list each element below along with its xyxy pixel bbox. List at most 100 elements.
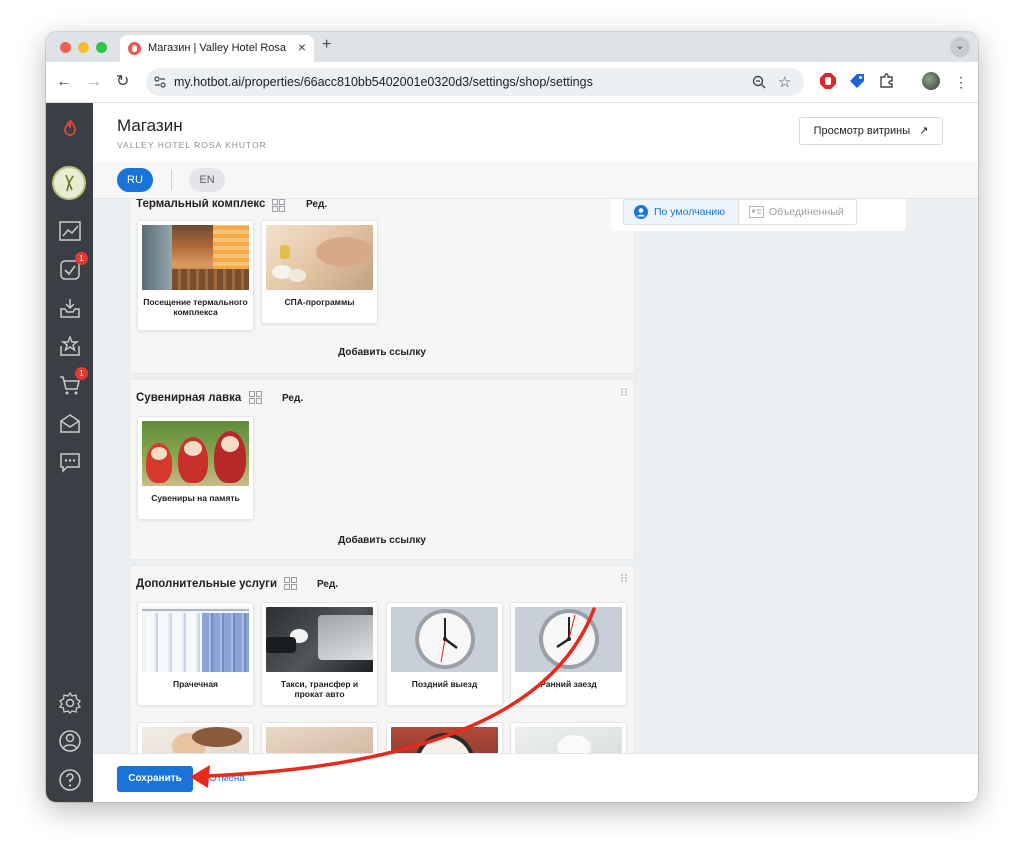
- product-card[interactable]: Поздний выезд: [386, 602, 503, 706]
- preview-panel: По умолчанию Объединенный: [611, 199, 906, 231]
- drag-handle-icon[interactable]: [620, 573, 628, 583]
- card-label: Посещение термального комплекса: [143, 297, 248, 317]
- matryoshka-image: [142, 421, 249, 486]
- help-question-icon[interactable]: [58, 768, 82, 792]
- car-image: [266, 607, 373, 672]
- product-card[interactable]: Прачечная: [137, 602, 254, 706]
- close-window-button[interactable]: [60, 42, 71, 53]
- inbox-download-icon[interactable]: [58, 296, 82, 320]
- minimize-window-button[interactable]: [78, 42, 89, 53]
- app-area: 1 1 Магазин VALLEY HOTEL ROSA KHUTOR Про…: [46, 103, 978, 802]
- view-mode-switch: По умолчанию Объединенный: [623, 199, 857, 225]
- tag-extension-icon[interactable]: [848, 72, 866, 90]
- laundry-image: [142, 607, 249, 672]
- card-label: Сувениры на память: [151, 493, 240, 503]
- address-bar[interactable]: my.hotbot.ai/properties/66acc810bb540200…: [146, 68, 804, 96]
- tab-strip: Магазин | Valley Hotel Rosa Khutor × + ⌄: [46, 32, 978, 62]
- page-header: Магазин VALLEY HOTEL ROSA KHUTOR Просмот…: [93, 103, 978, 163]
- save-button[interactable]: Сохранить: [117, 766, 193, 792]
- close-tab-icon[interactable]: ×: [298, 40, 306, 54]
- analytics-chart-icon[interactable]: [58, 219, 82, 243]
- tab-search-chevron-icon[interactable]: ⌄: [950, 37, 970, 57]
- reload-icon[interactable]: ↻: [116, 72, 129, 92]
- forward-arrow-icon[interactable]: →: [86, 72, 102, 92]
- maximize-window-button[interactable]: [96, 42, 107, 53]
- section-title: Термальный комплекс: [136, 199, 266, 210]
- layout-grid-icon[interactable]: [284, 577, 297, 590]
- card-label: Поздний выезд: [411, 679, 478, 689]
- layout-grid-icon[interactable]: [272, 199, 285, 212]
- settings-gear-icon[interactable]: [58, 691, 82, 715]
- product-card[interactable]: [261, 722, 378, 753]
- tab-default-label: По умолчанию: [654, 206, 726, 218]
- id-card-icon: [749, 206, 764, 218]
- extensions-puzzle-icon[interactable]: [878, 72, 896, 90]
- property-name: VALLEY HOTEL ROSA KHUTOR: [117, 140, 267, 150]
- clock-image: [391, 607, 498, 672]
- massage-image: [266, 727, 373, 753]
- product-card[interactable]: [386, 722, 503, 753]
- sleep-image: [142, 727, 249, 753]
- spa-image: [266, 225, 373, 290]
- property-avatar-icon[interactable]: [52, 166, 86, 200]
- add-link-button[interactable]: Добавить ссылку: [130, 347, 634, 358]
- add-link-button[interactable]: Добавить ссылку: [130, 535, 634, 546]
- browser-window: Магазин | Valley Hotel Rosa Khutor × + ⌄…: [46, 32, 978, 802]
- card-label: Прачечная: [172, 679, 219, 689]
- alarm-clock-image: [391, 727, 498, 753]
- tab-title: Магазин | Valley Hotel Rosa Khutor: [148, 42, 288, 54]
- card-label: СПА-программы: [284, 297, 355, 307]
- tab-combined[interactable]: Объединенный: [739, 200, 856, 224]
- external-link-arrow-icon: ↗: [919, 125, 929, 137]
- drag-handle-icon[interactable]: [620, 387, 628, 397]
- section-title: Дополнительные услуги: [136, 578, 278, 590]
- back-arrow-icon[interactable]: ←: [56, 72, 72, 92]
- user-circle-icon: [634, 205, 648, 219]
- lang-tab-en[interactable]: EN: [189, 168, 225, 192]
- mail-send-icon[interactable]: [58, 411, 82, 435]
- product-card[interactable]: СПА-программы: [261, 220, 378, 324]
- bookmark-star-icon[interactable]: ☆: [778, 73, 791, 91]
- page-title: Магазин: [117, 116, 183, 135]
- product-card[interactable]: Сувениры на память: [137, 416, 254, 520]
- clock-image: [515, 607, 622, 672]
- tab-combined-label: Объединенный: [769, 206, 844, 218]
- lang-tab-ru[interactable]: RU: [117, 168, 153, 192]
- browser-tab[interactable]: Магазин | Valley Hotel Rosa Khutor ×: [120, 35, 314, 62]
- shop-section-thermal: Термальный комплекс Ред. Посещение терма…: [129, 199, 635, 374]
- product-card[interactable]: Посещение термального комплекса: [137, 220, 254, 331]
- reviews-star-icon[interactable]: [58, 334, 82, 358]
- shop-section-souvenirs: Сувенирная лавка Ред. Сувениры на память: [129, 379, 635, 560]
- tasks-badge: 1: [75, 252, 88, 265]
- cancel-link[interactable]: Отмена: [209, 773, 245, 784]
- url-text: my.hotbot.ai/properties/66acc810bb540200…: [174, 75, 593, 89]
- edit-section-button[interactable]: Ред.: [282, 393, 303, 404]
- product-card[interactable]: Ранний заезд: [510, 602, 627, 706]
- language-tabs: RU EN: [93, 162, 978, 199]
- edit-section-button[interactable]: Ред.: [306, 199, 327, 210]
- zoom-icon[interactable]: [752, 75, 766, 89]
- chat-bubble-icon[interactable]: [58, 450, 82, 474]
- product-card[interactable]: [510, 722, 627, 753]
- sauna-image: [142, 225, 249, 290]
- shop-content: Термальный комплекс Ред. Посещение терма…: [93, 199, 978, 753]
- preview-button-label: Просмотр витрины: [813, 125, 911, 137]
- product-card[interactable]: Такси, трансфер и прокат авто: [261, 602, 378, 706]
- browser-menu-icon[interactable]: ⋮: [954, 72, 968, 92]
- layout-grid-icon[interactable]: [249, 391, 262, 404]
- site-settings-icon[interactable]: [154, 76, 166, 88]
- shop-section-services: Дополнительные услуги Ред. Прачечная Так…: [129, 565, 635, 753]
- browser-toolbar: ← → ↻ my.hotbot.ai/properties/66acc810bb…: [46, 62, 978, 103]
- profile-avatar-icon[interactable]: [922, 72, 940, 90]
- tab-default[interactable]: По умолчанию: [624, 200, 739, 224]
- flame-logo-icon[interactable]: [58, 117, 82, 141]
- adblock-extension-icon[interactable]: [819, 72, 837, 90]
- edit-section-button[interactable]: Ред.: [317, 579, 338, 590]
- new-tab-icon[interactable]: +: [322, 36, 331, 54]
- preview-storefront-button[interactable]: Просмотр витрины ↗: [799, 117, 943, 145]
- towels-image: [515, 727, 622, 753]
- product-card[interactable]: [137, 722, 254, 753]
- user-profile-icon[interactable]: [58, 729, 82, 753]
- section-title: Сувенирная лавка: [136, 392, 242, 404]
- footer-actions: Сохранить Отмена: [93, 753, 978, 802]
